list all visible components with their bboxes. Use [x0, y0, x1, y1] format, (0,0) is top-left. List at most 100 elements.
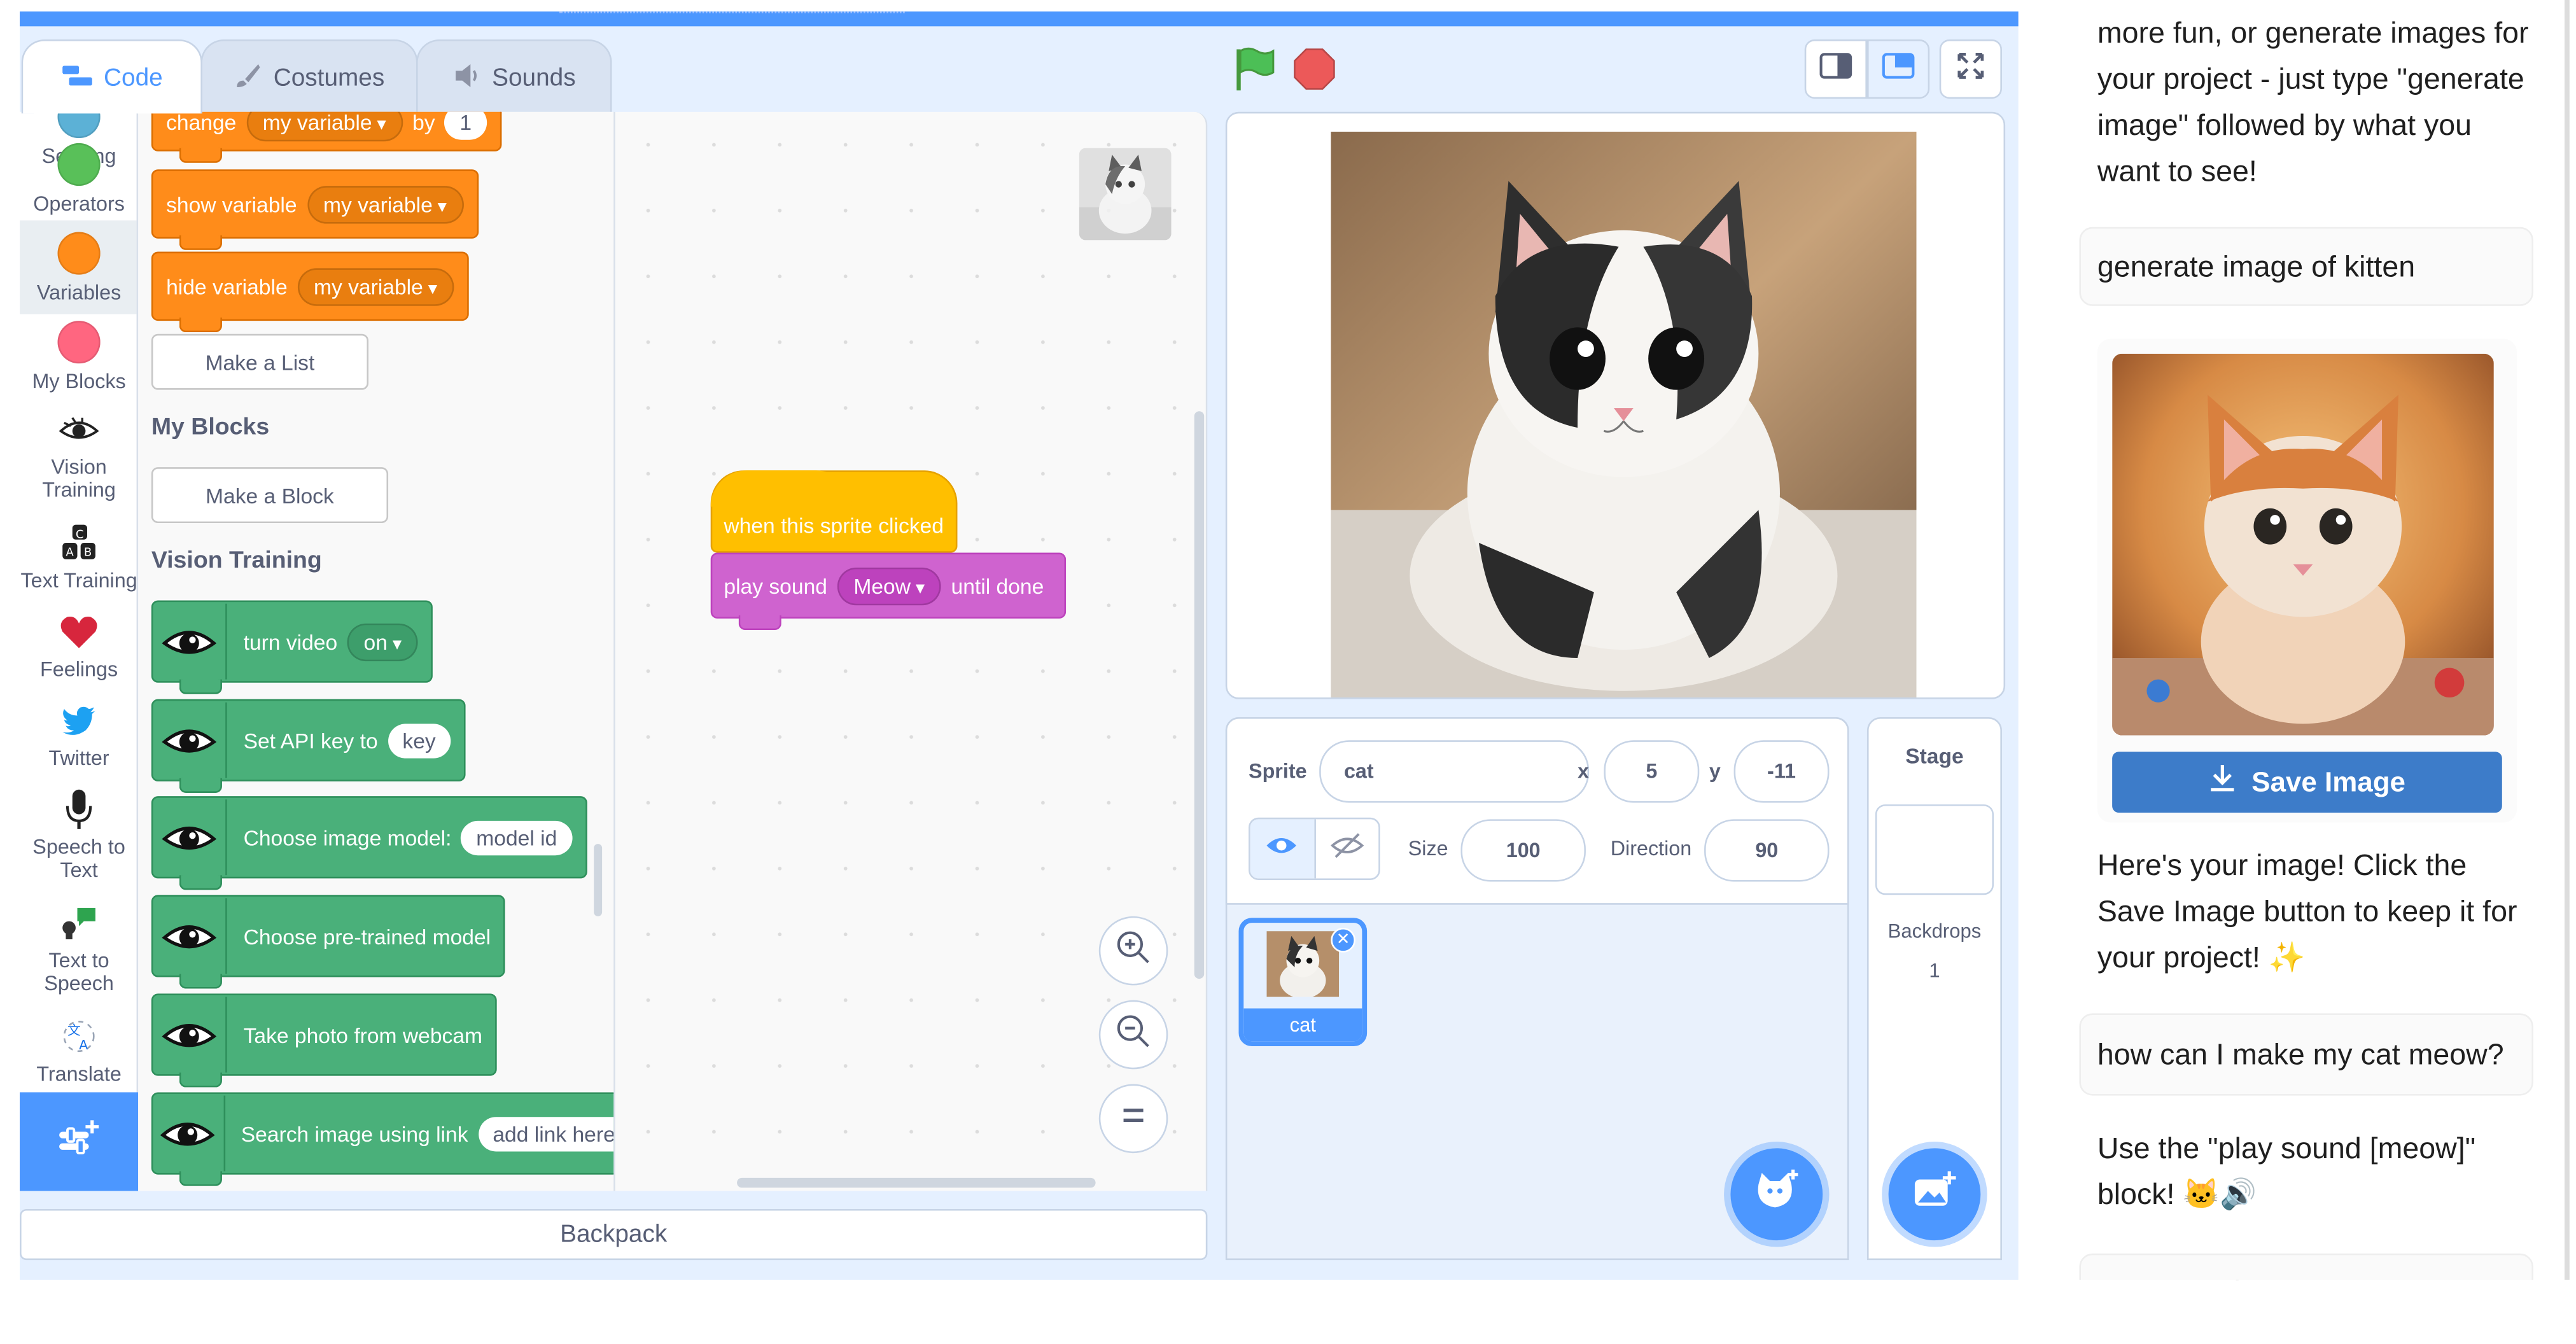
- category-translate[interactable]: 文A Translate: [20, 1017, 137, 1086]
- stage-pane-title: Stage: [1905, 743, 1964, 769]
- zoom-in-button[interactable]: [1098, 916, 1168, 986]
- delete-sprite-button[interactable]: ✕: [1331, 927, 1356, 953]
- make-a-list-button[interactable]: Make a List: [151, 333, 369, 390]
- sprite-tile-name: cat: [1243, 1008, 1362, 1042]
- block-text: hide variable: [166, 274, 288, 299]
- variable-dropdown[interactable]: my variable: [246, 111, 403, 141]
- workspace-vertical-scrollbar[interactable]: [1194, 411, 1205, 979]
- eye-icon: [153, 1095, 225, 1172]
- save-image-button[interactable]: Save Image: [2112, 752, 2502, 813]
- workspace-horizontal-scrollbar[interactable]: [737, 1177, 1096, 1188]
- stop-button[interactable]: [1293, 48, 1336, 99]
- palette-scrollbar[interactable]: [594, 844, 603, 916]
- fullscreen-button[interactable]: [1939, 39, 2002, 99]
- show-toggle-group: [1249, 817, 1380, 880]
- svg-text:C: C: [76, 528, 84, 541]
- choose-image-model-block[interactable]: Choose image model: model id: [151, 796, 587, 890]
- tab-costumes[interactable]: Costumes: [200, 39, 418, 114]
- category-feelings[interactable]: Feelings: [20, 612, 137, 682]
- assistant-message-reply: Here's your image! Click the Save Image …: [2097, 848, 2517, 974]
- category-label: Vision Training: [42, 456, 116, 502]
- size-input[interactable]: 100: [1460, 819, 1586, 882]
- category-label: My Blocks: [32, 370, 126, 393]
- eye-icon: [153, 603, 227, 680]
- hide-sprite-button[interactable]: [1315, 819, 1379, 878]
- download-icon: [2209, 763, 2235, 801]
- cat-sprite-image[interactable]: [1331, 131, 1917, 698]
- block-palette: change my variable by 1 show variable my…: [138, 111, 615, 1191]
- turn-video-block[interactable]: turn video on: [151, 600, 433, 694]
- eye-closed-icon: [1330, 832, 1364, 866]
- search-image-link-block[interactable]: Search image using link add link here: [151, 1092, 614, 1186]
- set-api-key-block[interactable]: Set API key to key: [151, 699, 466, 793]
- speaker-icon: [452, 62, 482, 93]
- block-text: change: [166, 111, 237, 134]
- category-my-blocks[interactable]: My Blocks: [20, 321, 137, 393]
- tab-code[interactable]: Code: [21, 39, 202, 114]
- category-text-training[interactable]: CAB Text Training: [20, 523, 137, 592]
- size-label: Size: [1408, 837, 1448, 860]
- category-vision-training[interactable]: Vision Training: [20, 410, 137, 502]
- variable-dropdown[interactable]: my variable: [297, 267, 454, 305]
- zoom-reset-button[interactable]: [1098, 1084, 1168, 1154]
- tab-sounds[interactable]: Sounds: [416, 39, 612, 114]
- small-stage-button[interactable]: [1804, 39, 1867, 99]
- model-id-input[interactable]: model id: [461, 820, 572, 855]
- green-flag-button[interactable]: [1234, 46, 1277, 100]
- stop-sign-icon: [1293, 48, 1336, 97]
- vision-training-heading: Vision Training: [151, 547, 322, 575]
- add-extension-button[interactable]: [20, 1092, 139, 1191]
- direction-label: Direction: [1610, 837, 1692, 860]
- backdrops-count: 1: [1929, 959, 1940, 983]
- eye-icon: [153, 702, 227, 778]
- video-state-dropdown[interactable]: on: [347, 622, 418, 661]
- show-variable-block[interactable]: show variable my variable: [151, 169, 479, 250]
- page-bottom-margin: [0, 1280, 2576, 1343]
- take-photo-block[interactable]: Take photo from webcam: [151, 993, 498, 1088]
- svg-text:文: 文: [67, 1023, 81, 1038]
- variable-dropdown[interactable]: my variable: [307, 185, 463, 223]
- backpack-label: Backpack: [560, 1221, 668, 1249]
- x-position-input[interactable]: 5: [1604, 740, 1700, 803]
- y-position-input[interactable]: -11: [1733, 740, 1830, 803]
- change-value-input[interactable]: 1: [445, 111, 487, 139]
- sprite-thumbnail: [1266, 931, 1340, 997]
- hide-variable-block[interactable]: hide variable my variable: [151, 251, 469, 333]
- api-key-input[interactable]: key: [388, 723, 451, 758]
- choose-backdrop-button[interactable]: [1888, 1148, 1981, 1241]
- choose-sprite-button[interactable]: [1730, 1148, 1823, 1241]
- choose-pretrained-model-block[interactable]: Choose pre-trained model: [151, 895, 506, 989]
- backpack-bar[interactable]: Backpack: [20, 1208, 1208, 1261]
- category-speech-to-text[interactable]: Speech to Text: [20, 789, 137, 882]
- when-sprite-clicked-block[interactable]: when this sprite clicked: [710, 470, 958, 553]
- eye-icon: [153, 997, 227, 1073]
- make-a-block-button[interactable]: Make a Block: [151, 467, 389, 524]
- my-blocks-heading: My Blocks: [151, 414, 270, 441]
- sound-dropdown[interactable]: Meow: [837, 566, 942, 605]
- block-text: Set API key to: [243, 727, 378, 753]
- category-operators[interactable]: Operators: [20, 143, 137, 216]
- close-icon: ✕: [1336, 931, 1350, 949]
- sensing-dot-icon: [57, 111, 101, 139]
- text-training-icon: CAB: [20, 523, 137, 563]
- code-icon: [61, 64, 94, 92]
- play-sound-until-done-block[interactable]: play sound Meow until done: [710, 552, 1067, 631]
- direction-input[interactable]: 90: [1704, 819, 1830, 882]
- block-text: play sound: [724, 573, 827, 598]
- zoom-out-button[interactable]: [1098, 1000, 1168, 1070]
- stage-thumbnail[interactable]: [1875, 804, 1994, 895]
- category-text-to-speech[interactable]: Text to Speech: [20, 903, 137, 995]
- link-input[interactable]: add link here: [478, 1116, 614, 1151]
- show-sprite-button[interactable]: [1250, 819, 1315, 879]
- chat-scrollbar[interactable]: [2565, 0, 2570, 1280]
- eye-icon: [153, 898, 227, 974]
- change-variable-block[interactable]: change my variable by 1: [151, 111, 501, 163]
- category-label: Twitter: [48, 746, 109, 770]
- block-text: when this sprite clicked: [724, 513, 944, 538]
- category-variables[interactable]: Variables: [20, 220, 137, 314]
- normal-stage-button[interactable]: [1866, 39, 1930, 99]
- sprite-name-input[interactable]: cat: [1319, 740, 1590, 803]
- category-twitter[interactable]: Twitter: [20, 701, 137, 770]
- category-label: Translate: [36, 1062, 122, 1086]
- category-label: Operators: [33, 192, 125, 216]
